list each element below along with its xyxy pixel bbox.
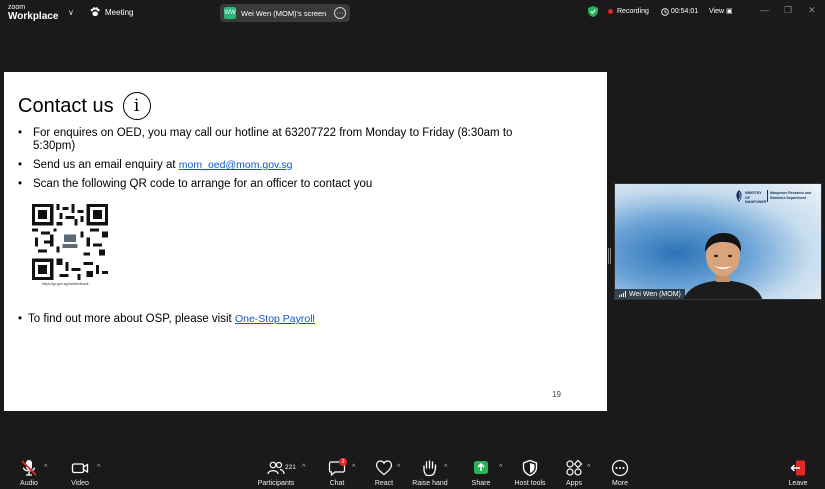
participants-options-caret[interactable]: ^ — [302, 464, 305, 471]
bullet-email-text: Send us an email enquiry at — [33, 159, 179, 171]
info-icon: i — [122, 92, 151, 120]
raise-hand-label: Raise hand — [412, 480, 448, 487]
clock-icon — [661, 7, 669, 16]
meeting-label: Meeting — [105, 7, 134, 17]
logo-divider — [767, 190, 768, 202]
participant-name-tag: Wei Wen (MOM) — [615, 289, 685, 299]
video-camera-icon — [71, 463, 89, 474]
shared-screen-slide: Contact us i • For enquires on OED, you … — [4, 72, 607, 411]
bullet-osp-text: To find out more about OSP, please visit — [28, 313, 235, 325]
bullet-marker: • — [18, 159, 23, 171]
email-link[interactable]: mom_oed@mom.gov.sg — [179, 159, 293, 171]
participants-icon — [267, 461, 285, 475]
apps-label: Apps — [566, 480, 582, 487]
audio-options-caret[interactable]: ^ — [44, 464, 47, 471]
more-options-icon[interactable]: ··· — [334, 7, 346, 19]
status-group: Recording 00:54:01 — [588, 6, 698, 17]
video-options-caret[interactable]: ^ — [97, 464, 100, 471]
more-icon — [611, 459, 629, 477]
signal-strength-icon — [619, 291, 626, 297]
apps-icon — [566, 459, 583, 476]
encryption-shield-icon[interactable] — [588, 6, 598, 17]
leave-label: Leave — [788, 480, 808, 487]
slide-title-text: Contact us — [18, 94, 114, 117]
chat-label: Chat — [329, 480, 345, 487]
microphone-muted-icon — [21, 460, 37, 476]
react-label: React — [374, 480, 394, 487]
qr-code[interactable] — [32, 204, 108, 280]
share-title: Wei Wen (MOM)'s screen — [241, 8, 327, 18]
chat-unread-badge: 2 — [339, 458, 347, 466]
department-name: Manpower Research and Statistics Departm… — [770, 191, 812, 200]
participant-video-tile[interactable]: MINISTRY OF MANPOWER Manpower Research a… — [614, 183, 822, 300]
share-options-caret[interactable]: ^ — [499, 464, 502, 471]
recording-label[interactable]: Recording — [617, 8, 649, 15]
apps-options-caret[interactable]: ^ — [587, 464, 590, 471]
meeting-controls: Audio ^ Video ^ Participants 221 ^ 2 Cha… — [0, 456, 825, 489]
apps-button[interactable]: Apps — [549, 459, 599, 487]
paw-icon — [90, 7, 100, 17]
bullet-email: • Send us an email enquiry at mom_oed@mo… — [18, 159, 528, 172]
shield-icon — [522, 459, 538, 477]
panel-resize-handle[interactable] — [608, 248, 611, 264]
recording-dot-icon — [608, 9, 613, 14]
share-arrow-icon — [474, 461, 488, 474]
host-tools-button[interactable]: Host tools — [505, 459, 555, 487]
more-button[interactable]: More — [595, 459, 645, 487]
brand-name: Workplace — [8, 11, 59, 22]
top-bar: zoom Workplace ∨ Meeting WW Wei Wen (MOM… — [0, 0, 825, 26]
participant-count: 221 — [285, 464, 296, 471]
raise-hand-options-caret[interactable]: ^ — [444, 464, 447, 471]
chevron-down-icon[interactable]: ∨ — [68, 8, 74, 17]
react-button[interactable]: React — [359, 459, 409, 487]
participant-name: Wei Wen (MOM) — [629, 290, 681, 298]
bullet-hotline-text: For enquires on OED, you may call our ho… — [33, 127, 513, 152]
virtual-background-logo: MINISTRY OF MANPOWER Manpower Research a… — [735, 188, 821, 206]
audio-label: Audio — [20, 480, 38, 487]
meeting-timer: 00:54:01 — [661, 7, 699, 16]
osp-link[interactable]: One-Stop Payroll — [235, 313, 315, 325]
close-icon[interactable]: ✕ — [808, 5, 816, 16]
screen-share-indicator[interactable]: WW Wei Wen (MOM)'s screen ··· — [220, 4, 350, 22]
view-label: View — [709, 8, 725, 15]
bullet-qr-text: Scan the following QR code to arrange fo… — [33, 178, 373, 190]
bullet-marker: • — [18, 178, 23, 190]
video-label: Video — [71, 480, 89, 487]
chat-options-caret[interactable]: ^ — [352, 464, 355, 471]
slide-page-number: 19 — [552, 390, 561, 399]
bullet-list: • For enquires on OED, you may call our … — [18, 127, 528, 197]
share-label: Share — [471, 480, 491, 487]
bullet-marker: • — [18, 127, 23, 139]
leave-icon — [790, 460, 805, 476]
bullet-qr: • Scan the following QR code to arrange … — [18, 178, 528, 191]
ministry-emblem-icon — [736, 190, 742, 202]
heart-icon — [375, 460, 393, 476]
bullet-hotline: • For enquires on OED, you may call our … — [18, 127, 528, 153]
view-menu[interactable]: View ▣ — [709, 7, 733, 15]
minimize-icon[interactable]: — — [760, 5, 769, 15]
restore-icon[interactable]: ❐ — [784, 5, 792, 16]
slide-title: Contact us i — [18, 92, 151, 120]
more-label: More — [612, 480, 628, 487]
sharer-avatar: WW — [224, 7, 236, 19]
zoom-logo: zoom Workplace — [8, 3, 59, 22]
hand-icon — [423, 460, 437, 477]
raise-hand-button[interactable]: Raise hand — [405, 459, 455, 487]
participant-person — [683, 233, 763, 299]
timer-value: 00:54:01 — [670, 8, 699, 15]
bullet-marker: • — [18, 313, 23, 325]
meeting-menu[interactable]: Meeting — [90, 7, 133, 17]
participants-label: Participants — [257, 480, 295, 487]
view-layout-icon: ▣ — [726, 8, 733, 15]
ministry-name: MINISTRY OF MANPOWER — [745, 191, 767, 204]
react-options-caret[interactable]: ^ — [397, 464, 400, 471]
host-tools-label: Host tools — [514, 480, 546, 487]
bullet-osp: • To find out more about OSP, please vis… — [18, 313, 315, 325]
qr-caption: https://go.gov.sg/oedfeedback — [42, 282, 89, 286]
leave-button[interactable]: Leave — [773, 459, 823, 487]
